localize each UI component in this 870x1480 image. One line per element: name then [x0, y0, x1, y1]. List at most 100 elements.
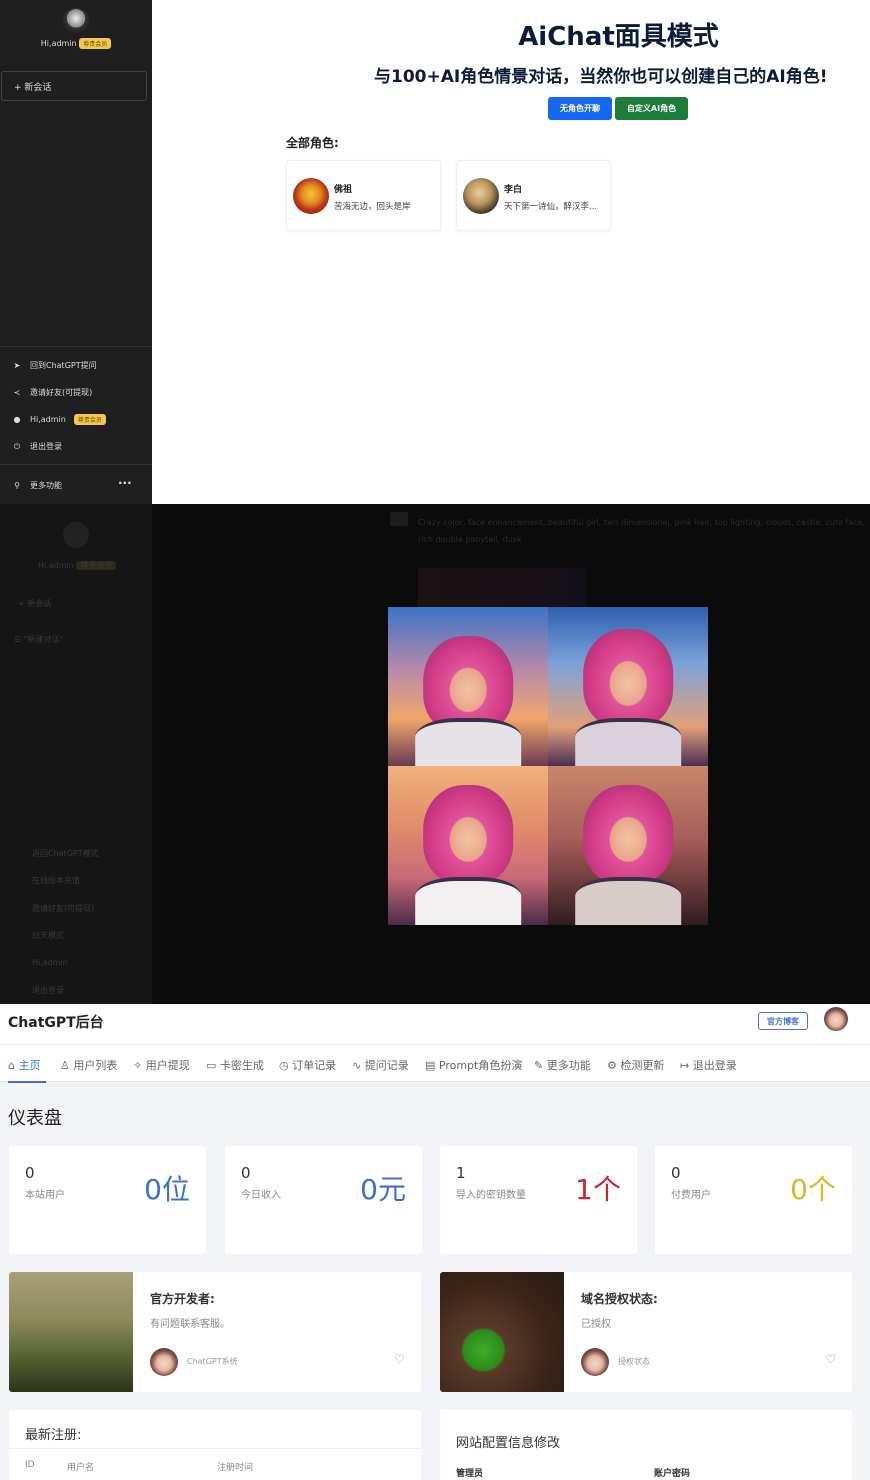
portrait-body	[415, 718, 521, 766]
share-icon: ≺	[13, 388, 21, 397]
generated-image-grid[interactable]	[388, 607, 708, 925]
menu-user[interactable]: ● Hi,admin 尊贵会员	[12, 414, 106, 425]
menu-item[interactable]: 在线绘本充值	[32, 875, 80, 886]
nav-check-update[interactable]: ⚙ 检测更新	[607, 1057, 664, 1073]
new-chat-button[interactable]: + 新会话	[1, 71, 147, 101]
menu-label: 邀请好友(可提现)	[30, 388, 93, 397]
stat-card-paid: 0 付费用户 0个	[655, 1146, 852, 1254]
heart-icon[interactable]: ♡	[394, 1352, 405, 1366]
recent-registrations: 最新注册: ID 用户名 注册时间	[9, 1410, 421, 1480]
menu-item[interactable]: 退出登录	[32, 985, 64, 996]
role-desc: 苦海无边，回头是岸	[334, 202, 411, 212]
nav-home[interactable]: ⌂ 主页	[8, 1057, 40, 1073]
card-small: 授权状态	[618, 1357, 650, 1366]
more-dots-icon[interactable]: ···	[118, 476, 132, 490]
vip-badge: 尊贵会员	[79, 38, 112, 49]
landscape-image	[9, 1272, 133, 1392]
stat-card-users: 0 本站用户 0位	[9, 1146, 206, 1254]
nav-more[interactable]: ✎ 更多功能	[534, 1057, 591, 1073]
generated-image[interactable]	[548, 607, 708, 766]
nav-prompt-roles[interactable]: ▤ Prompt角色扮演	[425, 1057, 522, 1073]
heart-icon[interactable]: ♡	[825, 1352, 836, 1366]
menu-item[interactable]: 扫天模式	[32, 930, 64, 941]
field-label: 管理员	[456, 1469, 484, 1479]
nav-orders[interactable]: ◷ 订单记录	[279, 1057, 336, 1073]
admin-header: ChatGPT后台 官方博客	[0, 1004, 870, 1044]
stat-value: 1	[456, 1164, 466, 1182]
site-config: 网站配置信息修改 管理员 账户密码	[440, 1410, 852, 1480]
stat-card-keys: 1 导入的密钥数量 1个	[440, 1146, 637, 1254]
no-role-chat-button[interactable]: 无角色开聊	[548, 97, 612, 120]
vip-badge: 尊贵会员	[73, 414, 106, 425]
admin-dashboard-screen: ChatGPT后台 官方博客 ⌂ 主页 ♙ 用户列表 ✧ 用户提现 ▭ 卡密生成…	[0, 1004, 870, 1480]
menu-invite[interactable]: ≺ 邀请好友(可提现)	[12, 387, 93, 398]
link-icon: ⚲	[14, 481, 20, 490]
field-label: 账户密码	[654, 1469, 691, 1479]
role-card[interactable]: 佛祖 苦海无边，回头是岸	[286, 160, 441, 231]
brand-title: ChatGPT后台	[8, 1015, 104, 1031]
portrait-figure	[583, 629, 673, 728]
role-card[interactable]: 李白 天下第一诗仙，醉汉李...	[456, 160, 611, 231]
user-profile[interactable]: Hi,admin 尊贵会员	[0, 8, 152, 49]
admin-avatar[interactable]	[824, 1007, 848, 1031]
card-subtitle: 已授权	[581, 1319, 611, 1330]
menu-logout[interactable]: ⏻ 退出登录	[12, 441, 62, 452]
menu-back-chatgpt[interactable]: ➤ 回到ChatGPT提问	[12, 360, 97, 371]
generated-image[interactable]	[388, 607, 548, 766]
nav-label: 卡密生成	[219, 1059, 264, 1072]
col-header: 注册时间	[217, 1463, 254, 1473]
menu-item[interactable]: 邀请好友(可提现)	[32, 903, 94, 914]
avatar	[63, 8, 89, 34]
page-title: AiChat面具模式	[518, 22, 719, 52]
power-icon: ⏻	[13, 441, 21, 451]
new-chat-button[interactable]: + 新会话	[18, 598, 51, 609]
custom-role-button[interactable]: 自定义AI角色	[615, 97, 688, 120]
stat-value: 0	[671, 1164, 681, 1182]
dashboard-title: 仪表盘	[8, 1108, 62, 1129]
card-title: 官方开发者:	[150, 1292, 215, 1306]
sidebar: Hi,admin 尊贵会员 + 新会话 ➤ 回到ChatGPT提问 ≺ 邀请好友(可…	[0, 0, 152, 504]
avatar	[150, 1348, 178, 1376]
nav-withdraw[interactable]: ✧ 用户提现	[133, 1057, 190, 1073]
role-name: 李白	[504, 185, 523, 195]
stat-big: 0个	[790, 1173, 836, 1206]
more-label: 更多功能	[30, 481, 62, 490]
buddha-avatar	[293, 178, 329, 214]
nav-label: 订单记录	[292, 1059, 337, 1072]
nav-card-keys[interactable]: ▭ 卡密生成	[206, 1057, 264, 1073]
page-subtitle: 与100+AI角色情景对话，当然你也可以创建自己的AI角色!	[374, 67, 828, 87]
nav-logout[interactable]: ↦ 退出登录	[680, 1057, 737, 1073]
vip-badge: 尊贵会员	[76, 561, 117, 570]
more-features-button[interactable]: ⚲ 更多功能	[12, 480, 62, 491]
chat-history-item[interactable]: ☰ "新建对话"	[14, 634, 63, 645]
portrait-body	[415, 877, 521, 925]
menu-label: 回到ChatGPT提问	[30, 361, 97, 370]
nav-users[interactable]: ♙ 用户列表	[60, 1057, 117, 1073]
stat-big: 0元	[360, 1173, 406, 1206]
divider	[0, 346, 152, 347]
nav-questions[interactable]: ∿ 提问记录	[352, 1057, 409, 1073]
stat-card-income: 0 今日收入 0元	[225, 1146, 422, 1254]
official-blog-button[interactable]: 官方博客	[758, 1012, 808, 1030]
nav-label: 用户列表	[73, 1059, 118, 1072]
generated-image[interactable]	[388, 766, 548, 925]
history-label: "新建对话"	[23, 635, 64, 644]
generated-image[interactable]	[548, 766, 708, 925]
menu-item[interactable]: Hi,admin	[32, 958, 68, 967]
portrait-figure	[583, 785, 673, 884]
menu-item[interactable]: 返回ChatGPT模式	[32, 848, 99, 859]
menu-label: 退出登录	[30, 442, 62, 451]
developer-card: 官方开发者: 有问题联系客服。 ChatGPT系统 ♡	[9, 1272, 421, 1392]
nav-label: 检测更新	[620, 1059, 665, 1072]
user-greeting: Hi,admin	[40, 39, 77, 48]
stat-label: 今日收入	[241, 1190, 281, 1201]
thumbnail-strip	[418, 568, 586, 608]
card-title: 网站配置信息修改	[456, 1436, 561, 1451]
role-desc: 天下第一诗仙，醉汉李...	[504, 202, 598, 212]
card-title: 域名授权状态:	[581, 1292, 658, 1306]
nav-label: 退出登录	[692, 1059, 737, 1072]
prompt-text: Crazy color, face enhancement, beautiful…	[418, 518, 865, 544]
stat-value: 0	[241, 1164, 251, 1182]
nav-label: Prompt角色扮演	[438, 1059, 523, 1072]
stat-big: 0位	[144, 1173, 190, 1206]
